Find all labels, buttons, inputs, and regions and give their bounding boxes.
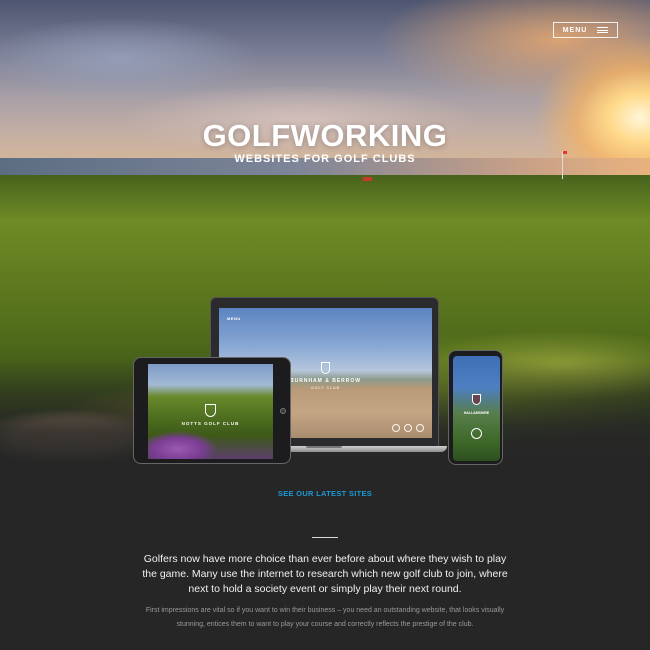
sponsor-logo-icon [392, 424, 400, 432]
club-crest-icon [321, 362, 330, 374]
menu-button[interactable]: MENU [553, 22, 618, 38]
club-crest-icon [472, 394, 481, 405]
phone-club-name: HALLAMSHIRE [463, 411, 490, 415]
play-icon [471, 428, 482, 439]
intro-lead-text: Golfers now have more choice than ever b… [142, 553, 508, 595]
section-divider [312, 537, 338, 538]
club-crest-icon [205, 404, 216, 417]
tablet-club-name: NOTTS GOLF CLUB [181, 421, 240, 426]
sponsor-logo-icon [416, 424, 424, 432]
clubhouse-roof [363, 177, 372, 181]
tablet-screen: NOTTS GOLF CLUB [148, 364, 273, 459]
page-subtitle: WEBSITES FOR GOLF CLUBS [234, 153, 416, 165]
hamburger-icon [597, 27, 609, 33]
phone-mockup: HALLAMSHIRE [448, 350, 503, 465]
sponsor-logos [392, 424, 424, 432]
menu-label: MENU [562, 26, 588, 34]
laptop-screen-menu: MENU [227, 316, 241, 321]
laptop-notch [306, 446, 342, 448]
tablet-home-button [280, 408, 286, 414]
see-latest-sites-link[interactable]: SEE OUR LATEST SITES [0, 489, 650, 498]
intro-body-text: First impressions are vital so if you wa… [145, 607, 505, 628]
page-title: GOLFWORKING [202, 118, 448, 153]
sponsor-logo-icon [404, 424, 412, 432]
phone-screen: HALLAMSHIRE [453, 356, 500, 461]
tablet-mockup: NOTTS GOLF CLUB [133, 357, 291, 464]
